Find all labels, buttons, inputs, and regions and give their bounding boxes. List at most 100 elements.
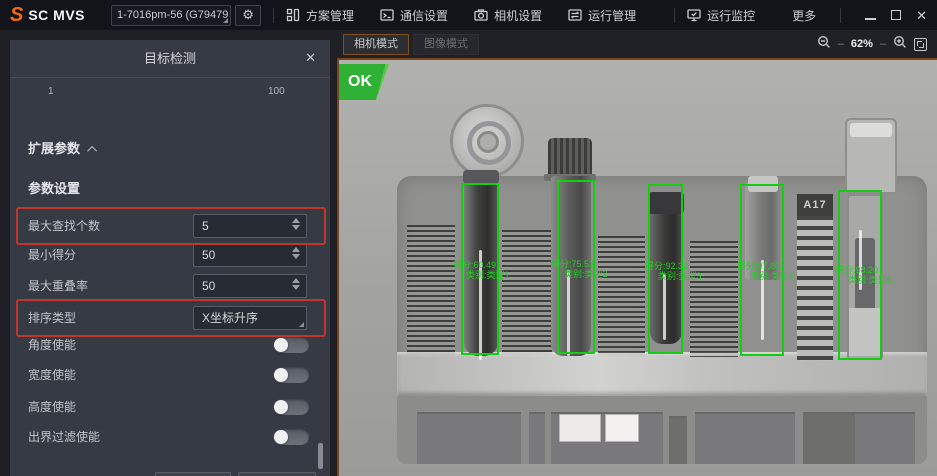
more-menu[interactable]: 更多	[792, 7, 816, 24]
section-label: 扩展参数	[28, 141, 80, 156]
panel-bottom-button-right[interactable]	[238, 472, 316, 476]
nav-communication-settings[interactable]: 通信设置	[380, 7, 448, 24]
status-badge: OK	[339, 64, 389, 100]
toggle-label: 高度使能	[28, 399, 76, 415]
detection-label-4: 得分:97.80 类别:类型4	[737, 261, 794, 281]
field-value: 50	[202, 279, 215, 293]
target-detection-panel: 目标检测 ✕ 1 100 扩展参数 参数设置 最大查找个数 5 最小得分 50 …	[10, 40, 330, 476]
detection-label-3: 得分:92.32 类别:类型3	[645, 261, 702, 281]
field-label: 最小得分	[28, 243, 76, 267]
detection-label-5: 得分:98.20 类别:类型5	[835, 265, 892, 285]
width-enable-toggle[interactable]	[273, 367, 309, 383]
separator-dash: –	[880, 38, 886, 50]
maximize-button[interactable]	[891, 10, 901, 20]
spin-up-icon[interactable]	[292, 247, 300, 252]
camera-icon	[474, 8, 488, 22]
rack-slot	[803, 412, 855, 464]
device-select-value: 1-7016pm-56 (G79479	[117, 9, 228, 21]
panel-header: 目标检测 ✕	[10, 40, 330, 78]
rack-slot-highlight	[605, 414, 639, 442]
close-window-button[interactable]: ✕	[916, 9, 927, 22]
tube5-vial-top	[845, 118, 897, 194]
nav-run-management[interactable]: 运行管理	[568, 7, 636, 24]
max-overlap-input[interactable]: 50	[193, 274, 307, 298]
height-enable-toggle[interactable]	[273, 399, 309, 415]
toggle-label: 角度使能	[28, 337, 76, 353]
slider-min-label: 1	[48, 86, 54, 97]
nav-label: 运行监控	[707, 7, 755, 24]
spin-up-icon[interactable]	[292, 278, 300, 283]
detection-class: 类别:类型5	[848, 275, 892, 285]
spinner-buttons[interactable]	[291, 278, 301, 290]
barcode-patch	[598, 236, 645, 356]
divider	[840, 8, 841, 23]
rack-center-notch	[669, 416, 687, 464]
window-controls: ✕	[865, 9, 927, 22]
spin-down-icon[interactable]	[292, 285, 300, 290]
detection-score: 得分:75.53	[551, 259, 608, 269]
nav-label: 通信设置	[400, 7, 448, 24]
gear-icon: ⚙	[242, 7, 254, 23]
nav-label: 运行管理	[588, 7, 636, 24]
dropdown-corner-icon	[223, 18, 228, 23]
detection-class: 类别:类型2	[564, 269, 608, 279]
top-bar: S SC MVS 1-7016pm-56 (G79479 ⚙ 方案管理 通信设置…	[0, 0, 937, 30]
highlight-box-max-count	[16, 207, 326, 245]
detection-class: 类别:类型3	[658, 271, 702, 281]
zoom-out-button[interactable]	[817, 35, 831, 54]
separator-dash: –	[838, 38, 844, 50]
flip-cap	[450, 104, 524, 178]
minimize-button[interactable]	[865, 11, 876, 20]
out-of-bounds-filter-toggle[interactable]	[273, 429, 309, 445]
tab-image-mode[interactable]: 图像模式	[413, 34, 479, 55]
divider	[674, 8, 675, 23]
barcode-patch	[407, 225, 455, 355]
detection-class: 类别:类型1	[466, 270, 510, 280]
zoom-in-button[interactable]	[893, 35, 907, 54]
device-select[interactable]: 1-7016pm-56 (G79479	[111, 5, 231, 26]
nav-run-monitoring[interactable]: 运行监控	[687, 7, 755, 24]
toggle-label: 出界过滤使能	[28, 429, 100, 445]
rack-slot	[417, 412, 521, 464]
fit-view-button[interactable]	[914, 38, 927, 51]
detection-class: 类别:类型4	[750, 271, 794, 281]
highlight-box-sort-type	[16, 299, 326, 337]
sliders-icon	[568, 8, 582, 22]
slider-max-label: 100	[268, 86, 285, 97]
section-extended-params[interactable]: 扩展参数	[28, 138, 97, 157]
monitor-icon	[687, 8, 701, 22]
divider	[273, 8, 274, 23]
nav-camera-settings[interactable]: 相机设置	[474, 7, 542, 24]
panel-bottom-button-left[interactable]	[155, 472, 231, 476]
panel-scrollbar[interactable]	[318, 443, 323, 469]
camera-image-canvas[interactable]: A17 得分:60.49	[339, 60, 937, 476]
nav-scheme-management[interactable]: 方案管理	[286, 7, 354, 24]
device-settings-button[interactable]: ⚙	[235, 5, 261, 26]
field-value: 50	[202, 248, 215, 262]
zoom-percent: 62%	[851, 38, 873, 50]
angle-enable-toggle[interactable]	[273, 337, 309, 353]
rack-slot	[529, 412, 545, 464]
barcode-strip-vertical	[797, 216, 833, 361]
app-window: S SC MVS 1-7016pm-56 (G79479 ⚙ 方案管理 通信设置…	[0, 0, 937, 476]
brand-name: SC MVS	[28, 7, 85, 23]
brand-logo-icon: S	[10, 0, 23, 30]
barcode-patch	[690, 241, 738, 357]
barcode-patch	[502, 230, 552, 355]
panel-title: 目标检测	[10, 40, 330, 78]
image-viewport[interactable]: A17 得分:60.49	[337, 58, 937, 476]
rack-slot-highlight	[559, 414, 601, 442]
min-score-input[interactable]: 50	[193, 243, 307, 267]
section-parameter-settings: 参数设置	[28, 178, 80, 197]
detection-score: 得分:98.20	[835, 265, 892, 275]
panel-close-button[interactable]: ✕	[305, 50, 316, 66]
zoom-controls: – 62% –	[817, 35, 931, 54]
rack-slot	[695, 412, 795, 464]
section-label: 参数设置	[28, 181, 80, 196]
tab-camera-mode[interactable]: 相机模式	[343, 34, 409, 55]
detection-label-1: 得分:60.49 类别:类型1	[453, 260, 510, 280]
toggle-label: 宽度使能	[28, 367, 76, 383]
spin-down-icon[interactable]	[292, 254, 300, 259]
spinner-buttons[interactable]	[291, 247, 301, 259]
tube2-screw-cap	[548, 138, 592, 176]
